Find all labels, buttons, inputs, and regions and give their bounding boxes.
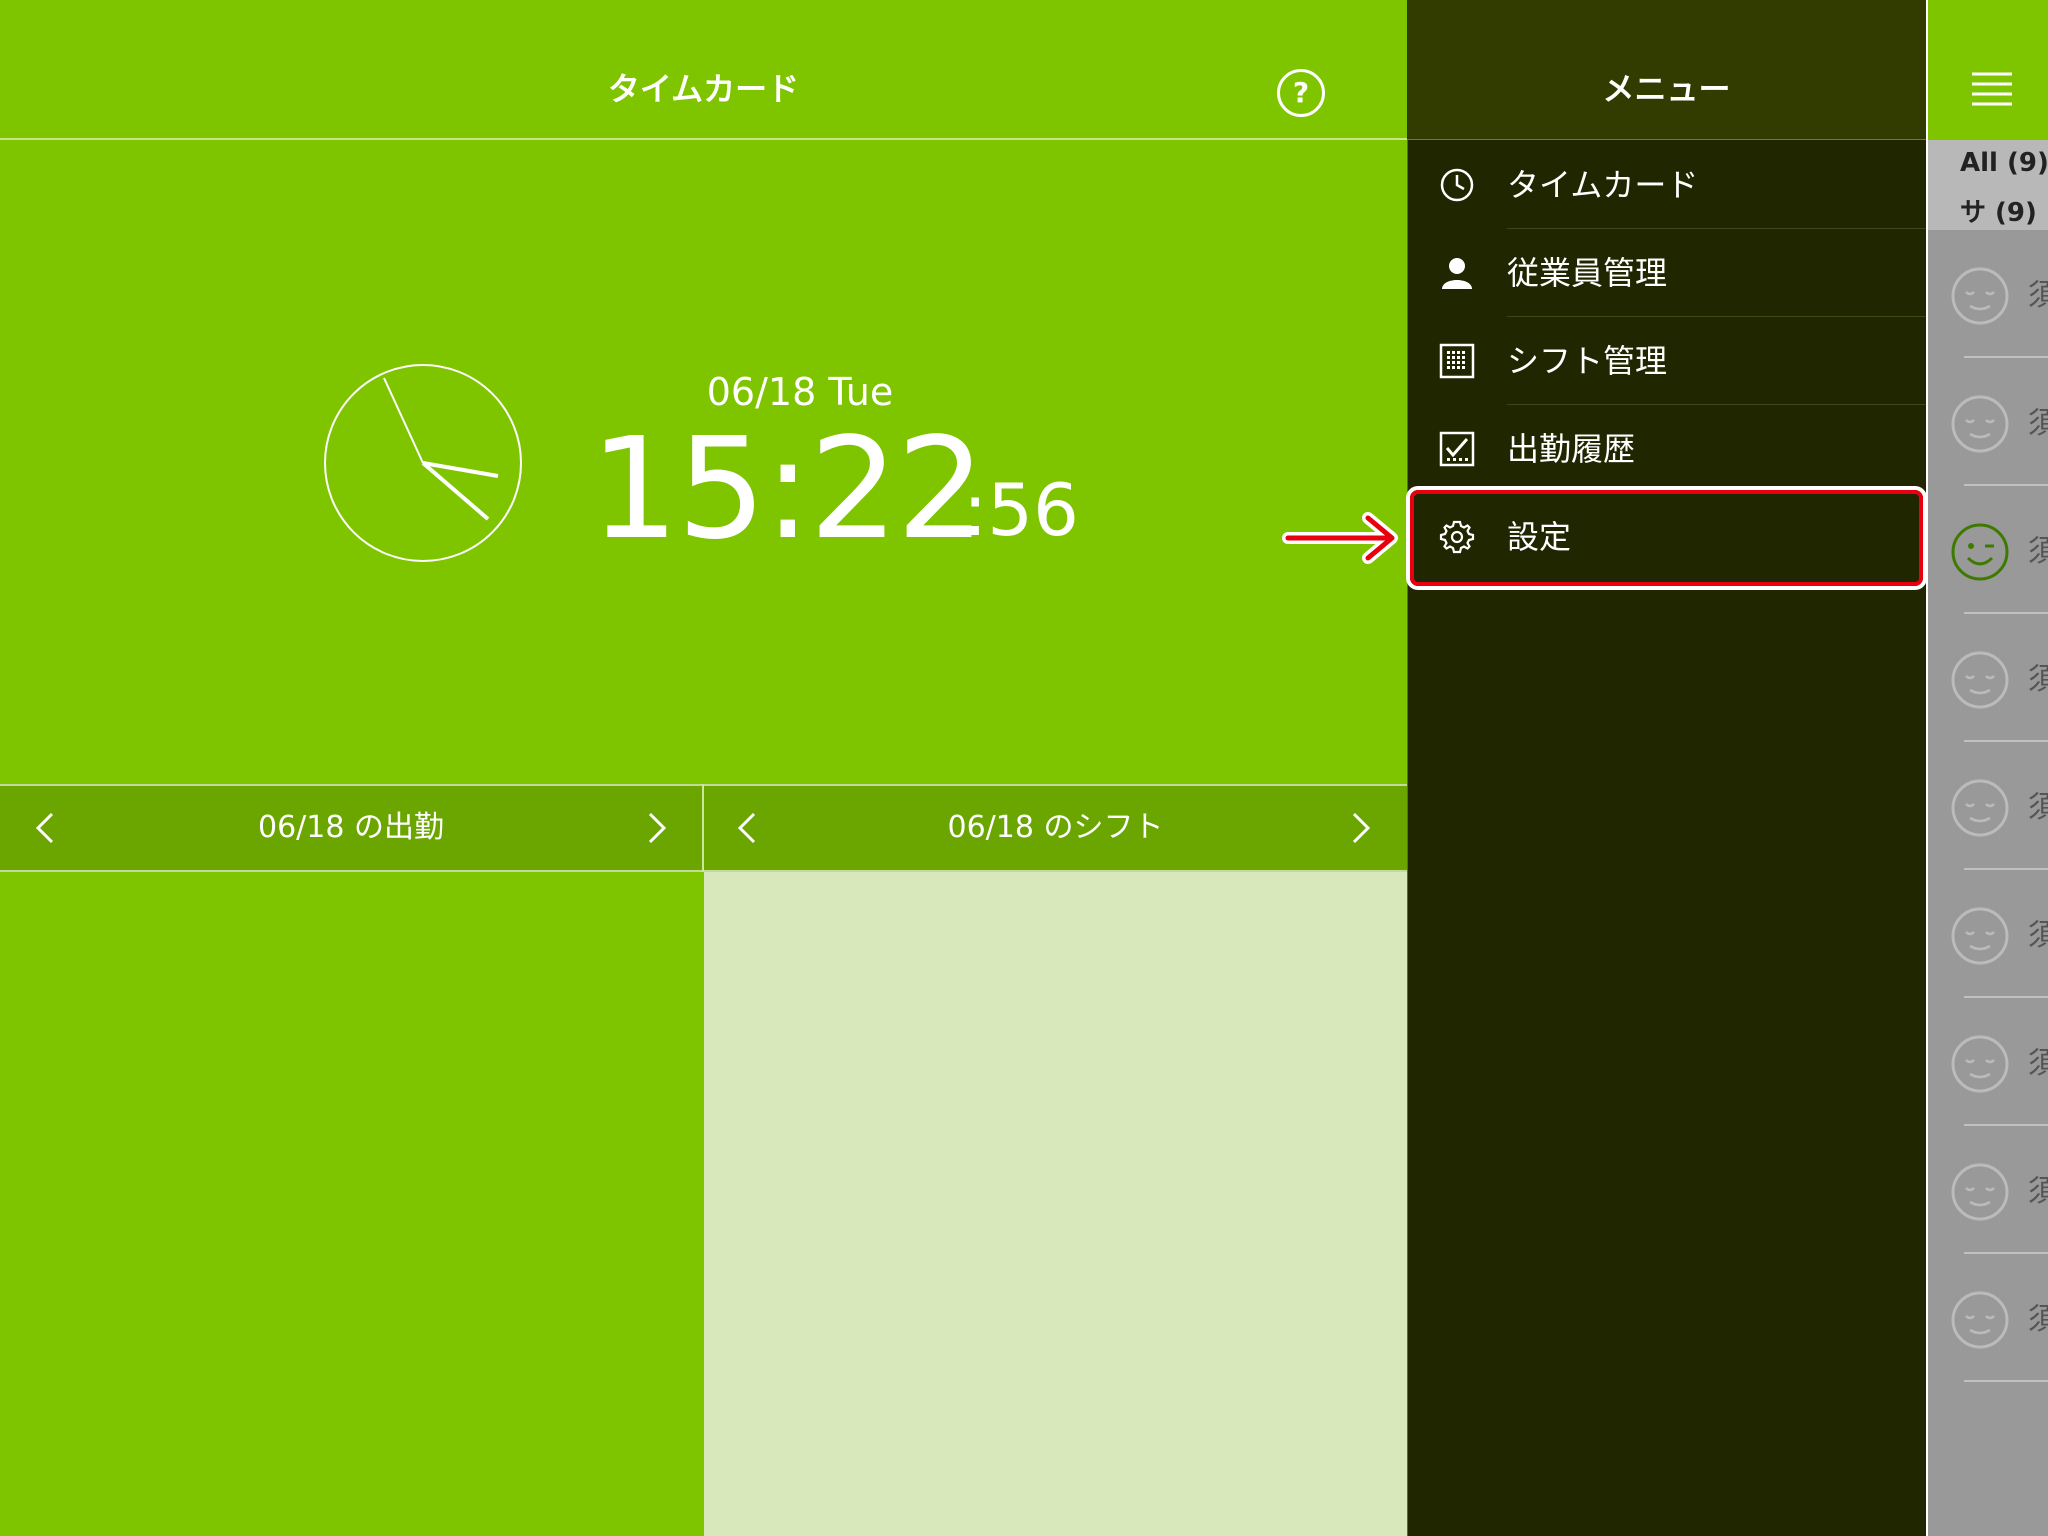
pointer-arrow-icon — [1282, 512, 1398, 564]
shift-date-bar: 06/18 のシフト — [704, 784, 1407, 872]
person-icon — [1442, 258, 1472, 289]
employee-row[interactable]: 須 — [1928, 998, 2048, 1126]
calendar-grid-icon — [1439, 343, 1475, 379]
settings-highlight-box — [1410, 490, 1923, 586]
sleepy-face-icon — [1951, 1163, 2009, 1221]
employee-name: 須 — [2028, 534, 2048, 569]
shift-list — [704, 872, 1407, 1536]
menu-item-label: タイムカード — [1507, 166, 1699, 204]
attendance-title: 06/18 の出勤 — [258, 810, 444, 845]
employee-row[interactable]: 須 — [1928, 1126, 2048, 1254]
menu-item-shift[interactable]: シフト管理 — [1407, 317, 1926, 405]
help-button[interactable]: ? — [1277, 69, 1325, 117]
sleepy-face-icon — [1951, 267, 2009, 325]
employee-name: 須 — [2028, 662, 2048, 697]
employee-name: 須 — [2028, 1174, 2048, 1209]
menu-item-label: 出勤履歴 — [1507, 430, 1636, 468]
chevron-right-icon[interactable] — [1340, 808, 1380, 848]
page-title: タイムカード — [607, 70, 800, 108]
employee-name: 須 — [2028, 790, 2048, 825]
employee-row[interactable]: 須 — [1928, 230, 2048, 358]
divider — [1964, 1380, 2048, 1382]
employee-row[interactable]: 須 — [1928, 358, 2048, 486]
employee-row[interactable]: 須 — [1928, 486, 2048, 614]
hamburger-menu-icon[interactable] — [1972, 72, 2012, 106]
chevron-right-icon[interactable] — [636, 808, 676, 848]
menu-title: メニュー — [1602, 70, 1731, 108]
employee-row[interactable]: 須 — [1928, 614, 2048, 742]
employee-row[interactable]: 須 — [1928, 1254, 2048, 1382]
employee-panel-header — [1928, 0, 2048, 140]
wink-face-icon — [1951, 523, 2009, 581]
current-seconds: :56 — [963, 468, 1079, 552]
menu-item-label: シフト管理 — [1507, 342, 1668, 380]
history-check-icon — [1439, 431, 1475, 467]
attendance-list — [0, 872, 703, 1536]
shift-title: 06/18 のシフト — [947, 810, 1164, 845]
filter-all[interactable]: All (9) — [1960, 148, 2048, 178]
sleepy-face-icon — [1951, 395, 2009, 453]
employee-name: 須 — [2028, 406, 2048, 441]
employee-name: 須 — [2028, 278, 2048, 313]
employee-name: 須 — [2028, 1302, 2048, 1337]
analog-clock-icon — [324, 364, 522, 562]
employee-name: 須 — [2028, 918, 2048, 953]
menu-item-employees[interactable]: 従業員管理 — [1407, 229, 1926, 317]
sleepy-face-icon — [1951, 651, 2009, 709]
menu-item-timecard[interactable]: タイムカード — [1407, 141, 1926, 229]
attendance-date-bar: 06/18 の出勤 — [0, 784, 702, 872]
sleepy-face-icon — [1951, 1035, 2009, 1093]
menu-item-history[interactable]: 出勤履歴 — [1407, 405, 1926, 493]
employee-row[interactable]: 須 — [1928, 742, 2048, 870]
sleepy-face-icon — [1951, 779, 2009, 837]
employee-row[interactable]: 須 — [1928, 870, 2048, 998]
sleepy-face-icon — [1951, 907, 2009, 965]
clock-icon — [1440, 168, 1474, 202]
current-time: 15:22 — [590, 408, 985, 571]
filter-sa[interactable]: サ (9) — [1960, 192, 2037, 229]
employee-name: 須 — [2028, 1046, 2048, 1081]
sleepy-face-icon — [1951, 1291, 2009, 1349]
menu-item-label: 従業員管理 — [1507, 254, 1668, 292]
